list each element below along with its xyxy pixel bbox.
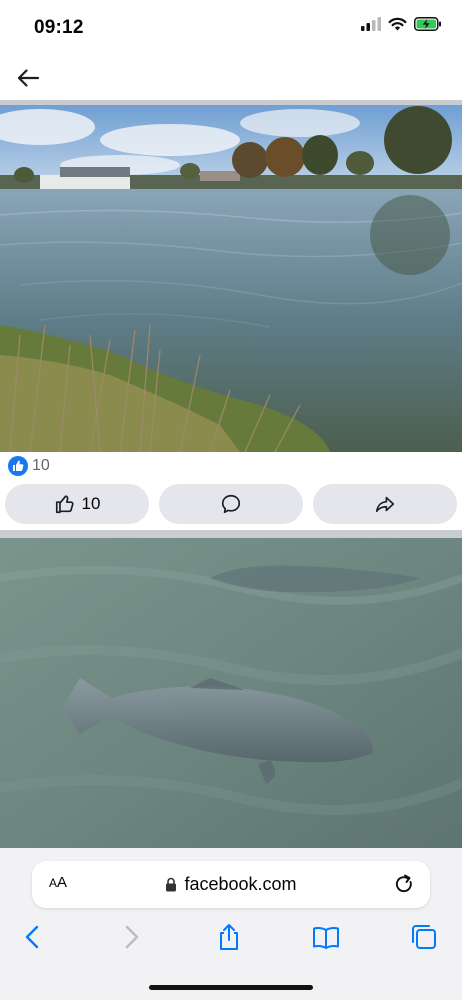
thumbs-up-icon — [55, 495, 74, 514]
back-button[interactable] — [14, 64, 42, 92]
reload-icon — [395, 874, 412, 893]
chevron-right-icon — [125, 925, 139, 949]
fish-photo — [0, 538, 462, 854]
comment-bubble-icon — [221, 494, 241, 514]
status-bar: 09:12 — [0, 0, 462, 56]
mid-divider — [0, 530, 462, 538]
post-photo-lake[interactable] — [0, 105, 462, 452]
wifi-icon — [388, 17, 407, 31]
share-arrow-icon — [375, 496, 395, 513]
tabs-icon — [412, 925, 436, 949]
url-display[interactable]: facebook.com — [32, 874, 430, 895]
like-button[interactable]: 10 — [5, 484, 149, 524]
lake-photo — [0, 105, 462, 452]
lock-icon — [166, 877, 177, 892]
nav-bar — [0, 56, 462, 100]
post-photo-fish[interactable] — [0, 538, 462, 854]
tabs-button[interactable] — [409, 922, 439, 952]
url-text: facebook.com — [184, 874, 297, 894]
cellular-signal-icon — [361, 17, 381, 31]
arrow-left-icon — [17, 69, 40, 87]
book-icon — [313, 927, 339, 949]
share-icon — [220, 924, 238, 950]
post-actions: 10 — [0, 482, 462, 526]
chevron-left-icon — [25, 925, 39, 949]
share-button[interactable] — [313, 484, 457, 524]
reaction-summary[interactable]: 10 — [8, 456, 50, 476]
safari-toolbar: AA facebook.com — [0, 848, 462, 1000]
bookmarks-button[interactable] — [311, 922, 341, 952]
like-count: 10 — [81, 494, 101, 513]
status-time: 09:12 — [34, 17, 84, 38]
status-icons — [361, 17, 442, 31]
reload-button[interactable] — [392, 872, 416, 896]
battery-charging-icon — [414, 17, 441, 31]
browser-share-button[interactable] — [214, 922, 244, 952]
like-reaction-icon — [8, 456, 28, 476]
comment-button[interactable] — [159, 484, 303, 524]
browser-forward-button[interactable] — [116, 922, 146, 952]
reaction-count: 10 — [32, 457, 50, 474]
browser-back-button[interactable] — [18, 922, 48, 952]
address-bar[interactable]: AA facebook.com — [32, 861, 430, 908]
home-indicator — [149, 985, 313, 990]
